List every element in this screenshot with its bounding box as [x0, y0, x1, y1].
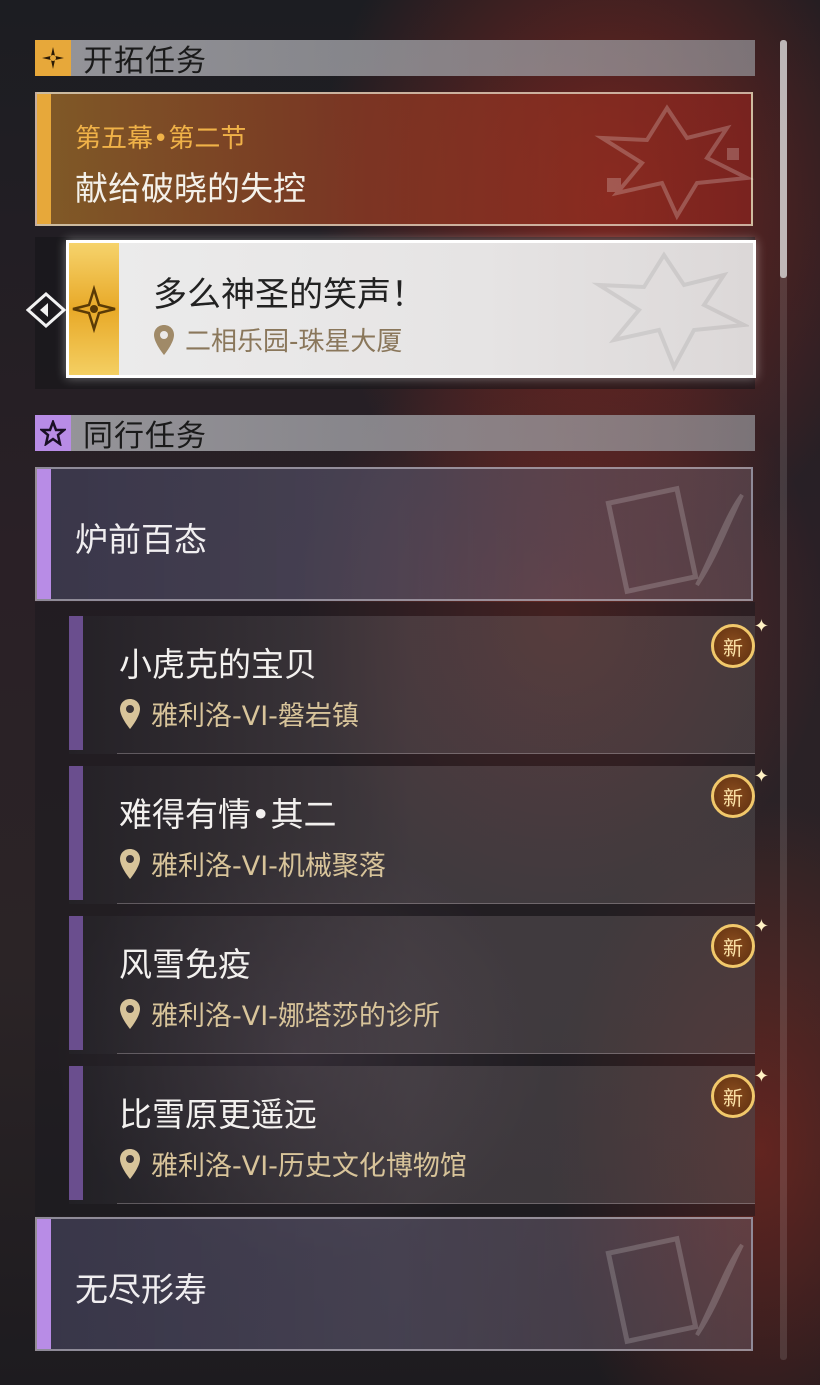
trailblaze-quest-card[interactable]: 第五幕•第二节 献给破晓的失控 [35, 92, 755, 226]
sparkle-icon: ✦ [753, 616, 769, 637]
selection-pointer-icon [26, 291, 66, 329]
card-accent-bar [37, 1219, 51, 1349]
current-step-location: 二相乐园-珠星大厦 [153, 321, 402, 358]
group-title: 无尽形寿 [75, 1270, 207, 1309]
divider [117, 1203, 755, 1204]
dragon-emblem-icon [594, 104, 755, 221]
location-text: 二相乐园-珠星大厦 [185, 327, 403, 357]
sparkle-icon: ✦ [753, 1066, 769, 1087]
location-pin-icon [120, 848, 140, 879]
list-item[interactable]: 小虎克的宝贝 雅利洛-VI-磐岩镇 新 ✦ [69, 616, 769, 754]
companion-group-card[interactable]: 炉前百态 [35, 467, 753, 601]
quest-bar [69, 766, 83, 900]
card-accent-bar [37, 94, 51, 224]
quest-location: 雅利洛-VI-娜塔莎的诊所 [119, 994, 440, 1033]
section-title: 同行任务 [83, 419, 207, 454]
sparkle-icon: ✦ [753, 916, 769, 937]
new-badge: 新 ✦ [703, 766, 769, 824]
current-step-title: 多么神圣的笑声！ [153, 275, 425, 315]
location-pin-icon [120, 698, 140, 729]
section-title: 开拓任务 [83, 44, 207, 79]
quest-chapter: 第五幕•第二节 [75, 124, 247, 154]
book-feather-emblem-icon [605, 1235, 744, 1345]
new-badge: 新 ✦ [703, 916, 769, 974]
divider [117, 753, 755, 754]
location-pin-icon [154, 324, 174, 355]
companion-section-header: 同行任务 [35, 415, 755, 454]
location-text: 雅利洛-VI-机械聚落 [151, 851, 386, 882]
companion-group-card[interactable]: 无尽形寿 [35, 1217, 753, 1351]
quest-title: 比雪原更遥远 [119, 1095, 317, 1134]
scrollbar[interactable] [780, 40, 787, 1360]
quest-bar [69, 616, 83, 750]
companion-icon [35, 415, 71, 451]
new-badge: 新 ✦ [703, 1066, 769, 1124]
list-item[interactable]: 比雪原更遥远 雅利洛-VI-历史文化博物馆 新 ✦ [69, 1066, 769, 1204]
location-text: 雅利洛-VI-娜塔莎的诊所 [151, 1001, 440, 1032]
new-badge-label: 新 [711, 774, 755, 818]
sparkle-icon: ✦ [753, 766, 769, 787]
new-badge-label: 新 [711, 1074, 755, 1118]
quest-location: 雅利洛-VI-历史文化博物馆 [119, 1144, 467, 1183]
quest-title: 献给破晓的失控 [75, 169, 306, 208]
new-badge-label: 新 [711, 624, 755, 668]
list-item[interactable]: 风雪免疫 雅利洛-VI-娜塔莎的诊所 新 ✦ [69, 916, 769, 1054]
trailblaze-icon [35, 40, 71, 76]
quest-title: 难得有情•其二 [119, 795, 337, 834]
list-item[interactable]: 难得有情•其二 雅利洛-VI-机械聚落 新 ✦ [69, 766, 769, 904]
new-badge: 新 ✦ [703, 616, 769, 674]
quest-title: 风雪免疫 [119, 945, 251, 984]
trailblaze-section-header: 开拓任务 [35, 40, 755, 79]
current-step-card[interactable]: 多么神圣的笑声！ 二相乐园-珠星大厦 [66, 240, 756, 378]
divider [117, 903, 755, 904]
card-accent-bar [37, 469, 51, 599]
location-pin-icon [120, 998, 140, 1029]
trailblaze-star-icon [72, 284, 116, 334]
dragon-emblem-icon [591, 251, 749, 372]
location-pin-icon [120, 1148, 140, 1179]
quest-location: 雅利洛-VI-机械聚落 [119, 844, 386, 883]
quest-title: 小虎克的宝贝 [119, 645, 317, 684]
new-badge-label: 新 [711, 924, 755, 968]
group-title: 炉前百态 [75, 520, 207, 559]
quest-bar [69, 1066, 83, 1200]
gold-tab [69, 243, 119, 375]
quest-bar [69, 916, 83, 1050]
location-text: 雅利洛-VI-历史文化博物馆 [151, 1151, 467, 1182]
quest-location: 雅利洛-VI-磐岩镇 [119, 694, 359, 733]
scrollbar-thumb[interactable] [780, 40, 787, 278]
book-feather-emblem-icon [605, 485, 744, 595]
divider [117, 1053, 755, 1054]
location-text: 雅利洛-VI-磐岩镇 [151, 701, 359, 732]
